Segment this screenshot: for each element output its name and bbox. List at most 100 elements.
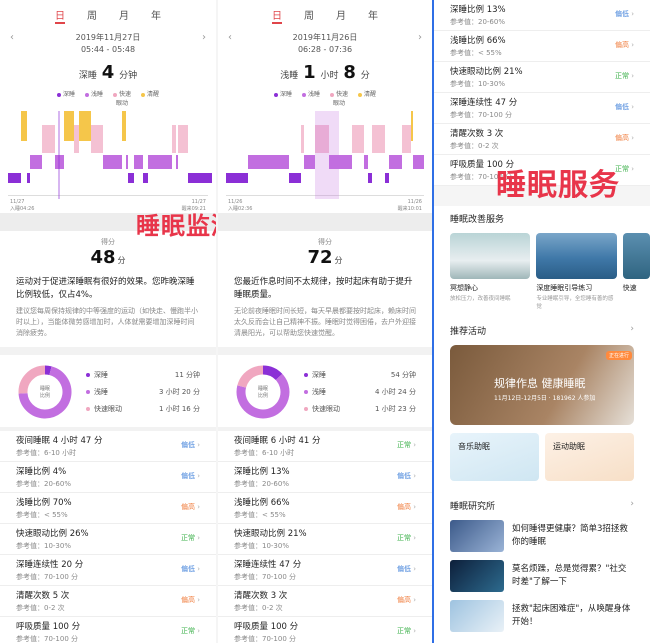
stage-segment	[166, 155, 172, 169]
stage-duration: 深睡 4 分钟	[0, 62, 216, 83]
service-card-meditation[interactable]: 冥想静心 放松压力，改善夜间睡眠	[450, 233, 531, 310]
metric-row[interactable]: 快速眼动比例 21% 参考值：10-30% 正常	[218, 524, 432, 555]
dot-icon	[86, 406, 90, 411]
metric-status: 偏高	[615, 40, 634, 50]
tab-day[interactable]: 日	[272, 7, 282, 24]
legend-awake: 清醒	[358, 89, 376, 107]
metric-row[interactable]: 深睡连续性 47 分参考值：70-100 分 偏低	[434, 93, 650, 124]
research-section-header[interactable]: 睡眠研究所 ›	[434, 481, 650, 512]
stage-segment	[155, 155, 166, 169]
metric-row[interactable]: 浅睡比例 66% 参考值：< 55% 偏高	[434, 31, 650, 62]
service-card-partial[interactable]: 快速	[622, 233, 650, 310]
metric-status: 偏低	[181, 564, 200, 574]
metric-row[interactable]: 深睡比例 4% 参考值：20-60% 偏低	[0, 462, 216, 493]
sleep-stage-chart[interactable]	[226, 111, 424, 199]
stage-segment	[79, 111, 91, 141]
divider	[0, 347, 216, 355]
prev-day-chevron-icon[interactable]: ‹	[10, 32, 14, 43]
service-desc: 放松压力，改善夜间睡眠	[450, 296, 511, 302]
stage-segment	[402, 125, 411, 153]
next-day-chevron-icon[interactable]: ›	[418, 32, 422, 43]
metric-title: 清醒次数 3 次	[234, 591, 288, 601]
service-carousel[interactable]: 冥想静心 放松压力，改善夜间睡眠 深度睡眠引导练习 专业睡眠引导，全您睡有善的感…	[434, 225, 650, 310]
dot-icon	[304, 372, 308, 377]
sleep-stage-chart[interactable]	[8, 111, 212, 199]
tab-day[interactable]: 日	[55, 7, 65, 24]
dot-icon	[358, 92, 363, 97]
metric-row[interactable]: 清醒次数 5 次参考值：0-2 次 偏高	[0, 586, 216, 617]
article-item[interactable]: 拯救"起床困难症"，从唤醒身体开始！	[434, 592, 650, 632]
metric-row[interactable]: 深睡连续性 47 分参考值：70-100 分 偏低	[218, 555, 432, 586]
article-item[interactable]: 莫名烦躁，总是觉得累？"社交时差"了解一下	[434, 552, 650, 592]
tab-year[interactable]: 年	[151, 7, 161, 26]
stage-segment	[237, 173, 248, 183]
metric-reference: 参考值：70-100 分	[450, 111, 513, 119]
sleep-day-panel-2: 日 周 月 年 ‹ 2019年11月26日 › 06:28 - 07:36 浅睡…	[218, 0, 432, 643]
metric-row[interactable]: 浅睡比例 70% 参考值：< 55% 偏高	[0, 493, 216, 524]
tab-month[interactable]: 月	[336, 7, 346, 26]
metric-status: 正常	[615, 71, 634, 81]
metric-row[interactable]: 夜间睡眠 4 小时 47 分参考值：6-10 小时 偏低	[0, 431, 216, 462]
exercise-sleep-tile[interactable]: 运动助眠	[545, 433, 634, 481]
metric-title: 深睡比例 4%	[16, 467, 67, 477]
metric-reference: 参考值：0-2 次	[234, 604, 283, 612]
donut-slice	[44, 365, 52, 376]
ratio-legend: 深睡 11 分钟 浅睡 3 小时 20 分 快速眼动 1 小时 16 分	[86, 367, 200, 418]
tab-week[interactable]: 周	[304, 7, 314, 26]
ratio-row-light: 浅睡 3 小时 20 分	[86, 384, 200, 401]
metric-status: 正常	[397, 440, 416, 450]
sleep-ratio-donut: 睡眠比例	[18, 365, 72, 419]
metric-row[interactable]: 浅睡比例 66% 参考值：< 55% 偏高	[218, 493, 432, 524]
metric-row[interactable]: 深睡比例 13% 参考值：20-60% 偏低	[218, 462, 432, 493]
tab-week[interactable]: 周	[87, 7, 97, 26]
stage-segment	[342, 155, 352, 169]
service-section-title: 睡眠改善服务	[450, 215, 505, 225]
metric-reference: 参考值：< 55%	[16, 511, 68, 519]
tab-year[interactable]: 年	[368, 7, 378, 26]
chart-baseline	[8, 195, 208, 196]
metric-row[interactable]: 快速眼动比例 26% 参考值：10-30% 正常	[0, 524, 216, 555]
stage-segment	[289, 173, 301, 183]
sleep-ratio-donut: 睡眠比例	[236, 365, 290, 419]
duration-hours: 1	[303, 62, 316, 83]
metric-row[interactable]: 呼吸质量 100 分参考值：70-100 分 正常	[218, 617, 432, 643]
dot-icon	[113, 92, 117, 97]
sleep-start-label: 11/26 入睡02:36	[228, 199, 253, 212]
activity-section-header[interactable]: 推荐活动 ›	[434, 310, 650, 337]
stage-segment	[42, 125, 55, 153]
article-thumbnail	[450, 600, 504, 632]
duration-value: 4	[101, 62, 115, 83]
service-card-deep-sleep[interactable]: 深度睡眠引导练习 专业睡眠引导，全您睡有善的感觉	[536, 233, 617, 310]
prev-day-chevron-icon[interactable]: ‹	[228, 32, 232, 43]
metric-list: 夜间睡眠 6 小时 41 分参考值：6-10 小时正常深睡比例 13%参考值：2…	[218, 431, 432, 643]
metric-list: 夜间睡眠 4 小时 47 分参考值：6-10 小时偏低深睡比例 4%参考值：20…	[0, 431, 216, 643]
metric-title: 深睡连续性 47 分	[234, 560, 302, 570]
metric-row[interactable]: 快速眼动比例 21% 参考值：10-30% 正常	[434, 62, 650, 93]
metric-status: 正常	[181, 626, 200, 636]
donut-center-label: 比例	[258, 392, 268, 399]
metric-status: 偏低	[397, 471, 416, 481]
legend-rem: 快速 眼动	[330, 89, 348, 107]
metric-row[interactable]: 深睡比例 13% 参考值：20-60% 偏低	[434, 0, 650, 31]
metric-row[interactable]: 深睡连续性 20 分参考值：70-100 分 偏低	[0, 555, 216, 586]
metric-row[interactable]: 夜间睡眠 6 小时 41 分参考值：6-10 小时 正常	[218, 431, 432, 462]
metric-status: 偏高	[397, 595, 416, 605]
metric-title: 浅睡比例 66%	[234, 498, 290, 508]
metric-row[interactable]: 清醒次数 3 次参考值：0-2 次 偏高	[434, 124, 650, 155]
metric-reference: 参考值：< 55%	[450, 49, 502, 57]
music-sleep-tile[interactable]: 音乐助眠	[450, 433, 539, 481]
tab-month[interactable]: 月	[119, 7, 129, 26]
next-day-chevron-icon[interactable]: ›	[202, 32, 206, 43]
metric-reference: 参考值：20-60%	[450, 18, 505, 26]
donut-slice	[237, 365, 264, 388]
activity-section-title: 推荐活动	[450, 327, 487, 337]
metric-row[interactable]: 清醒次数 3 次参考值：0-2 次 偏高	[218, 586, 432, 617]
metric-row[interactable]: 呼吸质量 100 分参考值：70-100 分 正常	[0, 617, 216, 643]
date-label: 2019年11月27日	[75, 33, 141, 42]
stage-label: 浅睡	[280, 71, 299, 81]
metric-status: 正常	[397, 626, 416, 636]
activity-banner[interactable]: 正在进行 规律作息 健康睡眠 11月12日-12月5日 · 181962 人参加	[450, 345, 634, 425]
article-item[interactable]: 如何睡得更健康？简单3招拯救你的睡眠	[434, 512, 650, 552]
chevron-right-icon: ›	[630, 324, 634, 334]
stage-segment	[383, 125, 385, 153]
